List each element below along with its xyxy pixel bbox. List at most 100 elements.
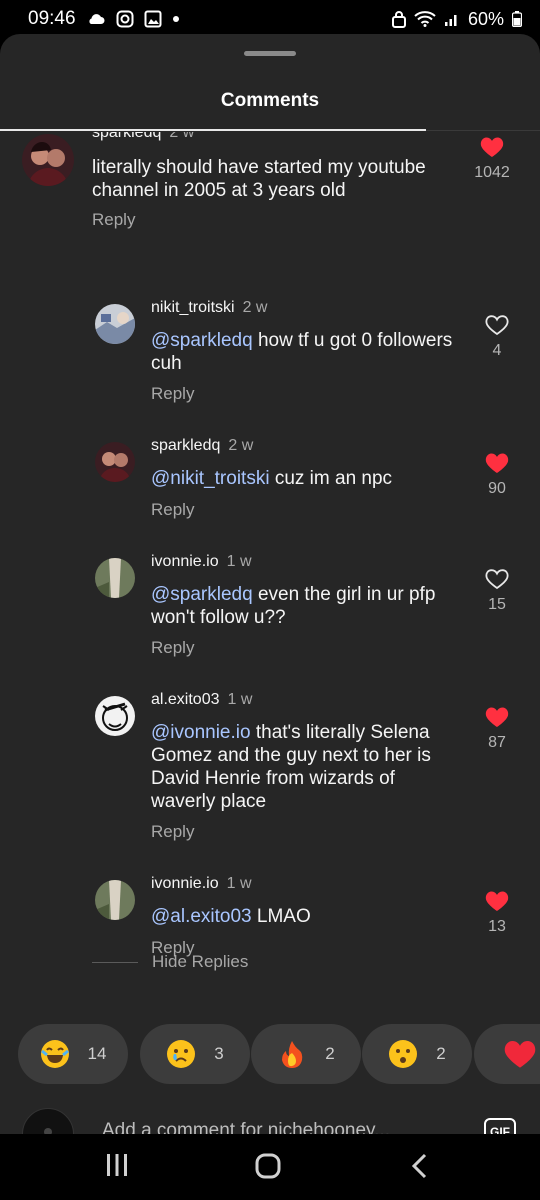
back-button[interactable] bbox=[408, 1152, 432, 1185]
comment-text: @nikit_troitski cuz im an npc bbox=[151, 467, 471, 490]
comment-text: @sparkledq even the girl in ur pfp won't… bbox=[151, 583, 471, 629]
like-button[interactable]: 15 bbox=[475, 568, 519, 614]
instagram-icon bbox=[116, 10, 134, 28]
avatar[interactable] bbox=[95, 880, 135, 920]
heart-outline-icon bbox=[485, 315, 509, 336]
like-count: 1042 bbox=[474, 164, 510, 181]
comment-username[interactable]: ivonnie.io 1 w bbox=[151, 875, 252, 893]
mention-link[interactable]: @nikit_troitski bbox=[151, 468, 270, 489]
username-text[interactable]: nikit_troitski bbox=[151, 299, 235, 316]
back-icon bbox=[411, 1153, 427, 1179]
like-button[interactable]: 1042 bbox=[470, 136, 514, 182]
username-text[interactable]: ivonnie.io bbox=[151, 553, 219, 570]
comment-time: 2 w bbox=[228, 437, 254, 454]
comment-body: LMAO bbox=[251, 906, 311, 927]
like-count: 87 bbox=[488, 734, 506, 751]
comment-time: 1 w bbox=[226, 553, 252, 570]
comment-time: 1 w bbox=[226, 875, 252, 892]
mention-link[interactable]: @al.exito03 bbox=[151, 906, 252, 927]
system-nav-bar bbox=[0, 1134, 540, 1200]
reaction-joy[interactable]: 14 bbox=[18, 1024, 128, 1084]
comment-time: 1 w bbox=[227, 691, 253, 708]
home-button[interactable] bbox=[254, 1152, 282, 1185]
mention-link[interactable]: @ivonnie.io bbox=[151, 722, 251, 743]
heart-filled-icon bbox=[485, 891, 509, 911]
notification-dot-icon bbox=[172, 15, 180, 23]
reaction-count: 3 bbox=[214, 1044, 224, 1063]
comments-list[interactable]: sparkledq 2 w literally should have start… bbox=[0, 132, 540, 1012]
comment-text: @sparkledq how tf u got 0 followers cuh bbox=[151, 329, 471, 375]
reply-button[interactable]: Reply bbox=[151, 500, 194, 520]
avatar[interactable] bbox=[95, 696, 135, 736]
like-count: 15 bbox=[488, 596, 506, 613]
reaction-crying[interactable]: 3 bbox=[140, 1024, 250, 1084]
battery-icon bbox=[512, 11, 522, 27]
reaction-surprised[interactable]: 2 bbox=[362, 1024, 472, 1084]
hide-replies-line bbox=[92, 961, 138, 963]
reaction-count: 14 bbox=[87, 1044, 107, 1063]
comment-username[interactable]: al.exito03 1 w bbox=[151, 691, 252, 709]
reaction-count: 2 bbox=[325, 1044, 335, 1063]
comment-text: @ivonnie.io that's literally Selena Gome… bbox=[151, 721, 451, 813]
status-bar: 09:46 60% bbox=[0, 0, 540, 38]
mention-link[interactable]: @sparkledq bbox=[151, 584, 253, 605]
fire-emoji-icon bbox=[282, 1041, 303, 1068]
heart-filled-icon bbox=[485, 453, 509, 473]
reply-button[interactable]: Reply bbox=[151, 384, 194, 404]
like-button[interactable]: 90 bbox=[475, 452, 519, 498]
comment-time: 2 w bbox=[169, 132, 195, 141]
heart-emoji-icon bbox=[504, 1041, 536, 1068]
comment-text: literally should have started my youtube… bbox=[92, 157, 426, 201]
surprised-emoji-icon bbox=[389, 1040, 418, 1068]
mention-link[interactable]: @sparkledq bbox=[151, 330, 253, 351]
reaction-heart[interactable] bbox=[474, 1024, 540, 1084]
hide-replies-button[interactable]: Hide Replies bbox=[92, 952, 248, 972]
crying-emoji-icon bbox=[167, 1040, 196, 1068]
username-text[interactable]: ivonnie.io bbox=[151, 875, 219, 892]
comment-text: @al.exito03 LMAO bbox=[151, 905, 471, 928]
username-text[interactable]: sparkledq bbox=[92, 132, 161, 141]
heart-filled-icon bbox=[480, 137, 504, 157]
drag-handle[interactable] bbox=[244, 51, 296, 56]
like-count: 90 bbox=[488, 480, 506, 497]
home-icon bbox=[255, 1153, 281, 1179]
status-time: 09:46 bbox=[28, 8, 76, 29]
reply-button[interactable]: Reply bbox=[92, 210, 135, 230]
heart-outline-icon bbox=[485, 569, 509, 590]
like-button[interactable]: 13 bbox=[475, 890, 519, 936]
comments-sheet: Comments sparkledq 2 w literally should h… bbox=[0, 34, 540, 1134]
hide-replies-label: Hide Replies bbox=[152, 952, 249, 971]
joy-emoji-icon bbox=[40, 1040, 69, 1068]
heart-filled-icon bbox=[485, 707, 509, 727]
sheet-title: Comments bbox=[220, 90, 320, 111]
comment-body: cuz im an npc bbox=[269, 468, 393, 489]
username-text[interactable]: al.exito03 bbox=[151, 691, 220, 708]
comment-time: 2 w bbox=[242, 299, 268, 316]
reaction-fire[interactable]: 2 bbox=[251, 1024, 361, 1084]
reply-button[interactable]: Reply bbox=[151, 822, 194, 842]
gif-button[interactable]: GIF bbox=[484, 1118, 516, 1134]
comment-username[interactable]: nikit_troitski 2 w bbox=[151, 299, 267, 317]
like-button[interactable]: 4 bbox=[475, 314, 519, 360]
avatar[interactable] bbox=[95, 442, 135, 482]
lock-icon bbox=[391, 10, 406, 28]
like-count: 13 bbox=[488, 918, 506, 935]
avatar[interactable] bbox=[95, 304, 135, 344]
gallery-icon bbox=[144, 10, 162, 28]
reaction-count: 2 bbox=[436, 1044, 446, 1063]
avatar[interactable] bbox=[95, 558, 135, 598]
comment-username[interactable]: ivonnie.io 1 w bbox=[151, 553, 252, 571]
comment-input[interactable]: Add a comment for nichehooney... bbox=[102, 1120, 390, 1134]
recent-apps-icon bbox=[107, 1154, 127, 1176]
reply-button[interactable]: Reply bbox=[151, 638, 194, 658]
battery-percent: 60% bbox=[467, 8, 504, 29]
like-count: 4 bbox=[492, 342, 502, 359]
recent-apps-button[interactable] bbox=[104, 1152, 130, 1183]
username-text[interactable]: sparkledq bbox=[151, 437, 220, 454]
comment-username[interactable]: sparkledq 2 w bbox=[92, 132, 194, 142]
like-button[interactable]: 87 bbox=[475, 706, 519, 752]
comment-username[interactable]: sparkledq 2 w bbox=[151, 437, 253, 455]
wifi-icon bbox=[414, 11, 436, 27]
avatar[interactable] bbox=[22, 134, 74, 186]
my-avatar bbox=[22, 1108, 74, 1134]
